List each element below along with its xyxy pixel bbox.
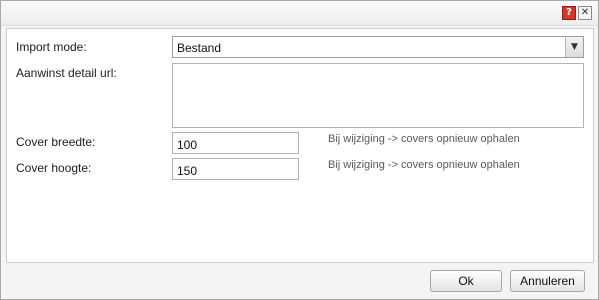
import-mode-select[interactable]: Bestand ▼ [172, 36, 584, 58]
cover-width-value: 100 [177, 138, 198, 152]
cover-height-label: Cover hoogte: [16, 161, 92, 175]
cover-height-hint: Bij wijziging -> covers opnieuw ophalen [328, 159, 520, 171]
ok-button[interactable]: Ok [430, 270, 502, 292]
cover-width-hint: Bij wijziging -> covers opnieuw ophalen [328, 133, 520, 145]
detail-url-label: Aanwinst detail url: [16, 66, 117, 80]
cover-height-input[interactable]: 150 [172, 158, 299, 180]
cover-height-value: 150 [177, 164, 198, 178]
help-icon[interactable]: ? [562, 6, 576, 20]
dialog-titlebar: ? ✕ [1, 1, 598, 26]
import-mode-value: Bestand [177, 41, 222, 55]
cancel-button[interactable]: Annuleren [510, 270, 585, 292]
chevron-down-icon[interactable]: ▼ [565, 37, 583, 57]
close-icon[interactable]: ✕ [578, 6, 592, 20]
cover-width-input[interactable]: 100 [172, 132, 299, 154]
settings-dialog: ? ✕ Import mode: Bestand ▼ Aanwinst deta… [0, 0, 599, 300]
import-mode-label: Import mode: [16, 40, 87, 54]
form-panel: Import mode: Bestand ▼ Aanwinst detail u… [6, 28, 594, 263]
detail-url-textarea[interactable] [172, 63, 584, 128]
cover-width-label: Cover breedte: [16, 135, 96, 149]
